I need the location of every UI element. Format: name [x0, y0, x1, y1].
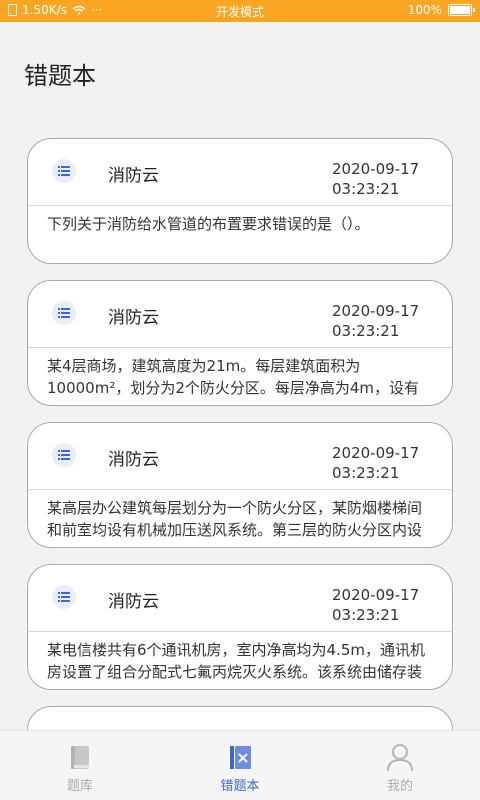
divider — [28, 347, 452, 348]
card-source: 消防云 — [108, 308, 159, 328]
question-card[interactable]: 消防云 2020-09-17 03:23:21 某4层商场，建筑高度为21m。每… — [27, 280, 453, 406]
user-icon — [387, 744, 413, 772]
card-date: 2020-09-17 — [332, 444, 420, 462]
question-card[interactable]: 消防云 2020-09-17 03:23:21 某高层办公建筑每层划分为一个防火… — [27, 422, 453, 548]
question-card[interactable]: 消防云 2020-09-17 03:23:21 某电信楼共有6个通讯机房，室内净… — [27, 564, 453, 690]
divider — [28, 631, 452, 632]
list-icon — [52, 585, 76, 609]
card-time: 03:23:21 — [332, 606, 400, 624]
wrong-book-icon — [230, 746, 251, 769]
divider — [28, 205, 452, 206]
battery-percent: 100% — [407, 3, 442, 17]
card-date: 2020-09-17 — [332, 160, 420, 178]
card-question-text: 某4层商场，建筑高度为21m。每层建筑面积为10000m²，划分为2个防火分区。… — [47, 357, 420, 397]
card-date: 2020-09-17 — [332, 586, 420, 604]
card-time: 03:23:21 — [332, 180, 400, 198]
card-timestamp: 2020-09-17 03:23:21 — [332, 585, 430, 625]
tab-wrong-book[interactable]: 错题本 — [160, 731, 320, 800]
tab-question-bank[interactable]: 题库 — [0, 731, 160, 800]
list-icon — [52, 159, 76, 183]
list-icon — [52, 443, 76, 467]
card-time: 03:23:21 — [332, 322, 400, 340]
tab-label: 错题本 — [220, 779, 260, 794]
list-icon — [52, 301, 76, 325]
card-source: 消防云 — [108, 592, 159, 612]
card-source: 消防云 — [108, 450, 159, 470]
card-timestamp: 2020-09-17 03:23:21 — [332, 301, 430, 341]
card-timestamp: 2020-09-17 03:23:21 — [332, 159, 430, 199]
card-question-text: 某电信楼共有6个通讯机房，室内净高均为4.5m，通讯机房设置了组合分配式七氟丙烷… — [47, 641, 426, 681]
battery-icon — [448, 4, 475, 16]
status-bar: 1.50K/s ··· 开发模式 100% — [0, 0, 480, 22]
page-title: 错题本 — [24, 62, 96, 90]
question-card[interactable]: 消防云 2020-09-17 03:23:21 下列关于消防给水管道的布置要求错… — [27, 138, 453, 264]
book-icon — [71, 746, 89, 769]
card-timestamp: 2020-09-17 03:23:21 — [332, 443, 430, 483]
divider — [28, 489, 452, 490]
tab-label: 题库 — [66, 779, 93, 794]
card-time: 03:23:21 — [332, 464, 400, 482]
tab-label: 我的 — [386, 779, 413, 794]
card-question-text: 某高层办公建筑每层划分为一个防火分区，某防烟楼梯间和前室均设有机械加压送风系统。… — [47, 499, 423, 539]
tab-profile[interactable]: 我的 — [320, 731, 480, 800]
card-source: 消防云 — [108, 166, 159, 186]
card-question-text: 下列关于消防给水管道的布置要求错误的是（）。 — [47, 215, 370, 233]
bottom-tab-bar: 题库 错题本 我的 — [0, 730, 480, 800]
card-date: 2020-09-17 — [332, 302, 420, 320]
